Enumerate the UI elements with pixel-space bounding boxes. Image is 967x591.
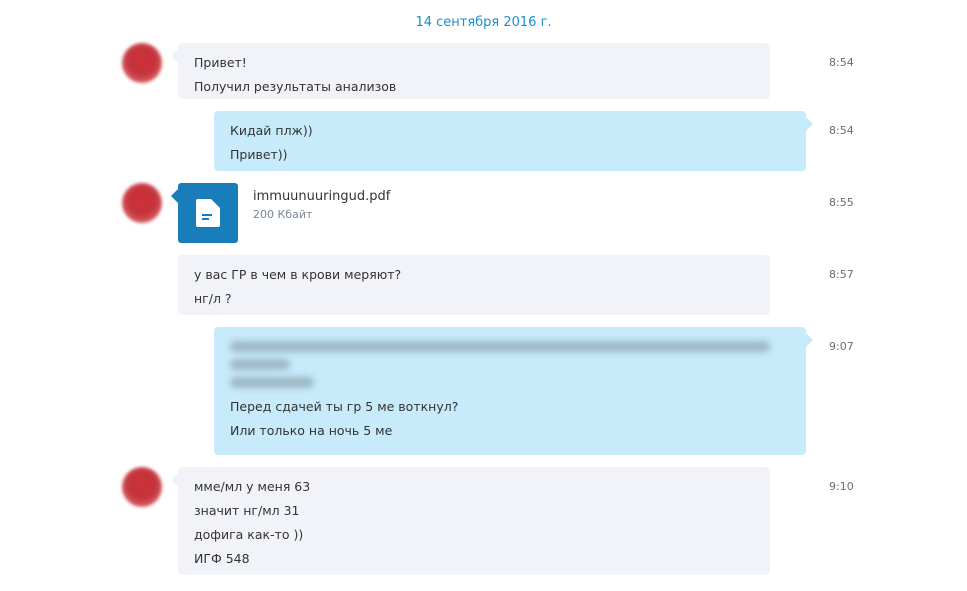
message-bubble-outgoing[interactable]: Кидай плж)) Привет)) xyxy=(214,111,813,171)
message-text: Привет)) xyxy=(230,147,288,162)
message-time: 8:54 xyxy=(829,124,854,137)
redacted-text xyxy=(230,359,290,370)
message-text: дофига как-то )) xyxy=(194,527,304,542)
message-bubble-outgoing[interactable]: Перед сдачей ты гр 5 ме воткнул? Или тол… xyxy=(214,327,813,455)
message-text: значит нг/мл 31 xyxy=(194,503,300,518)
date-separator: 14 сентября 2016 г. xyxy=(415,15,552,30)
message-time: 9:07 xyxy=(829,340,854,353)
redacted-text xyxy=(230,377,314,388)
message-text: Получил результаты анализов xyxy=(194,79,397,94)
message-bubble-incoming[interactable]: мме/мл у меня 63 значит нг/мл 31 дофига … xyxy=(171,467,770,575)
message-text: Привет! xyxy=(194,55,247,70)
avatar[interactable] xyxy=(122,43,162,83)
file-size: 200 Кбайт xyxy=(253,208,313,221)
file-name-link[interactable]: immuunuuringud.pdf xyxy=(253,189,390,204)
document-icon[interactable] xyxy=(171,183,238,243)
message-text: у вас ГР в чем в крови меряют? xyxy=(194,267,402,282)
avatar[interactable] xyxy=(122,467,162,507)
message-text: Кидай плж)) xyxy=(230,123,313,138)
message-text: Или только на ночь 5 ме xyxy=(230,423,393,438)
message-text: нг/л ? xyxy=(194,291,232,306)
redacted-text xyxy=(230,341,770,352)
message-time: 8:55 xyxy=(829,196,854,209)
chat-history: 14 сентября 2016 г. Привет! Получил резу… xyxy=(0,0,967,591)
message-bubble-incoming[interactable]: Привет! Получил результаты анализов xyxy=(171,43,770,99)
message-text: ИГФ 548 xyxy=(194,551,250,566)
avatar[interactable] xyxy=(122,183,162,223)
message-time: 8:57 xyxy=(829,268,854,281)
message-text: мме/мл у меня 63 xyxy=(194,479,311,494)
message-time: 9:10 xyxy=(829,480,854,493)
message-bubble-incoming[interactable]: у вас ГР в чем в крови меряют? нг/л ? xyxy=(178,255,770,315)
message-text: Перед сдачей ты гр 5 ме воткнул? xyxy=(230,399,459,414)
message-time: 8:54 xyxy=(829,56,854,69)
